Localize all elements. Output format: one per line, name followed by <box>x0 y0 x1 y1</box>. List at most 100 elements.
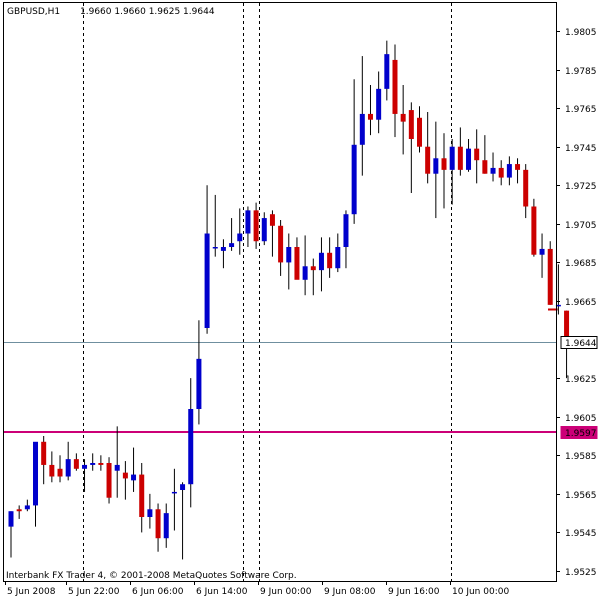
time-tick-label: 9 Jun 16:00 <box>388 587 440 597</box>
bull-candle-body <box>180 484 186 490</box>
bear-candle-body <box>57 468 63 477</box>
bear-candle-body <box>547 248 553 305</box>
bull-candle-body <box>65 459 71 477</box>
bear-candle-body <box>441 158 447 170</box>
candle <box>188 378 194 508</box>
candle <box>531 198 537 257</box>
bull-candle-body <box>24 505 30 510</box>
candle <box>261 212 267 246</box>
bear-candle-body <box>73 459 79 469</box>
bear-candle-body <box>482 160 488 174</box>
candle <box>547 241 553 305</box>
bull-candle-body <box>188 409 194 485</box>
bull-candle-body <box>261 218 267 242</box>
bull-candle-body <box>286 247 292 263</box>
price-axis[interactable]: 1.9805 1.9785 1.9765 1.9745 1.9725 1.9705 1.96… <box>556 3 598 581</box>
candle <box>294 237 300 280</box>
candles-layer <box>8 40 570 560</box>
candle <box>237 208 243 255</box>
candle <box>245 206 251 247</box>
copyright-label: Interbank FX Trader 4, © 2001-2008 MetaQ… <box>6 571 297 581</box>
candle <box>490 152 496 182</box>
bear-candle-body <box>278 225 284 263</box>
candle <box>441 133 447 209</box>
candle <box>57 455 63 483</box>
level-price-label: 1.9597 <box>565 429 597 439</box>
bear-candle-body <box>155 509 161 539</box>
bear-candle-body <box>98 463 104 465</box>
candle <box>212 194 218 257</box>
plot-frame <box>3 2 557 582</box>
symbol-timeframe-label: GBPUSD,H1 <box>7 7 60 17</box>
candle <box>408 102 414 193</box>
bull-candle-body <box>163 513 169 539</box>
bid-price-label: 1.9644 <box>565 339 597 349</box>
candle <box>457 127 463 176</box>
candle <box>343 210 349 269</box>
candle <box>474 129 480 184</box>
candle <box>65 441 71 481</box>
candle <box>131 447 137 492</box>
candle <box>73 453 79 471</box>
candle <box>392 44 398 138</box>
bull-candle-body <box>335 247 341 269</box>
price-tick-label: 1.9745 <box>565 144 597 154</box>
time-axis[interactable]: 5 Jun 2008 5 Jun 22:00 6 Jun 06:00 6 Jun 14… <box>5 581 510 597</box>
candle <box>359 56 365 176</box>
bull-candle-body <box>33 441 39 506</box>
candle <box>539 233 545 278</box>
bull-candle-body <box>343 214 349 247</box>
candle <box>466 139 472 172</box>
bear-candle-body <box>41 441 47 465</box>
bull-candle-body <box>147 509 153 517</box>
bear-candle-body <box>310 266 316 271</box>
time-tick-label: 5 Jun 2008 <box>7 587 56 597</box>
bear-candle-body <box>367 113 373 120</box>
bear-candle-body <box>531 206 537 255</box>
candle <box>98 455 104 471</box>
candle <box>302 235 308 296</box>
candlestick-chart[interactable]: GBPUSD,H1 1.9660 1.9660 1.9625 1.9644 In… <box>0 0 600 600</box>
candle <box>204 185 210 334</box>
candle <box>180 482 186 560</box>
candle <box>278 220 284 276</box>
bear-candle-body <box>498 167 504 178</box>
bull-candle-body <box>506 164 512 178</box>
price-tick-label: 1.9565 <box>565 491 597 501</box>
candle <box>351 79 357 224</box>
candle <box>384 40 390 101</box>
bear-candle-body <box>523 169 529 207</box>
chart-container[interactable]: GBPUSD,H1 1.9660 1.9660 1.9625 1.9644 In… <box>0 0 600 600</box>
candle <box>425 112 431 184</box>
candle <box>269 210 275 257</box>
bull-candle-body <box>318 252 324 271</box>
bull-candle-body <box>220 247 226 251</box>
candle <box>335 233 341 273</box>
candle <box>367 85 373 136</box>
bear-candle-body <box>392 59 398 114</box>
candle <box>376 71 382 134</box>
bear-candle-body <box>139 474 145 517</box>
bull-candle-body <box>90 463 96 465</box>
price-tick-label: 1.9725 <box>565 182 597 192</box>
bull-candle-body <box>351 144 357 215</box>
candle <box>171 468 177 531</box>
candle <box>33 441 39 527</box>
time-tick-label: 9 Jun 08:00 <box>324 587 376 597</box>
candle <box>515 158 521 184</box>
bull-candle-body <box>82 464 88 469</box>
price-tick-label: 1.9605 <box>565 414 597 424</box>
bull-candle-body <box>466 148 472 170</box>
candle <box>114 426 120 498</box>
price-tick-label: 1.9585 <box>565 452 597 462</box>
bear-candle-body <box>425 146 431 174</box>
candle <box>106 457 112 504</box>
price-tick-label: 1.9805 <box>565 28 597 38</box>
bear-candle-body <box>269 214 275 226</box>
candle <box>49 451 55 483</box>
horizontal-lines[interactable] <box>4 308 558 433</box>
bull-candle-body <box>539 248 545 255</box>
candle <box>122 461 128 500</box>
bear-candle-body <box>106 463 112 498</box>
bear-candle-body <box>49 464 55 477</box>
